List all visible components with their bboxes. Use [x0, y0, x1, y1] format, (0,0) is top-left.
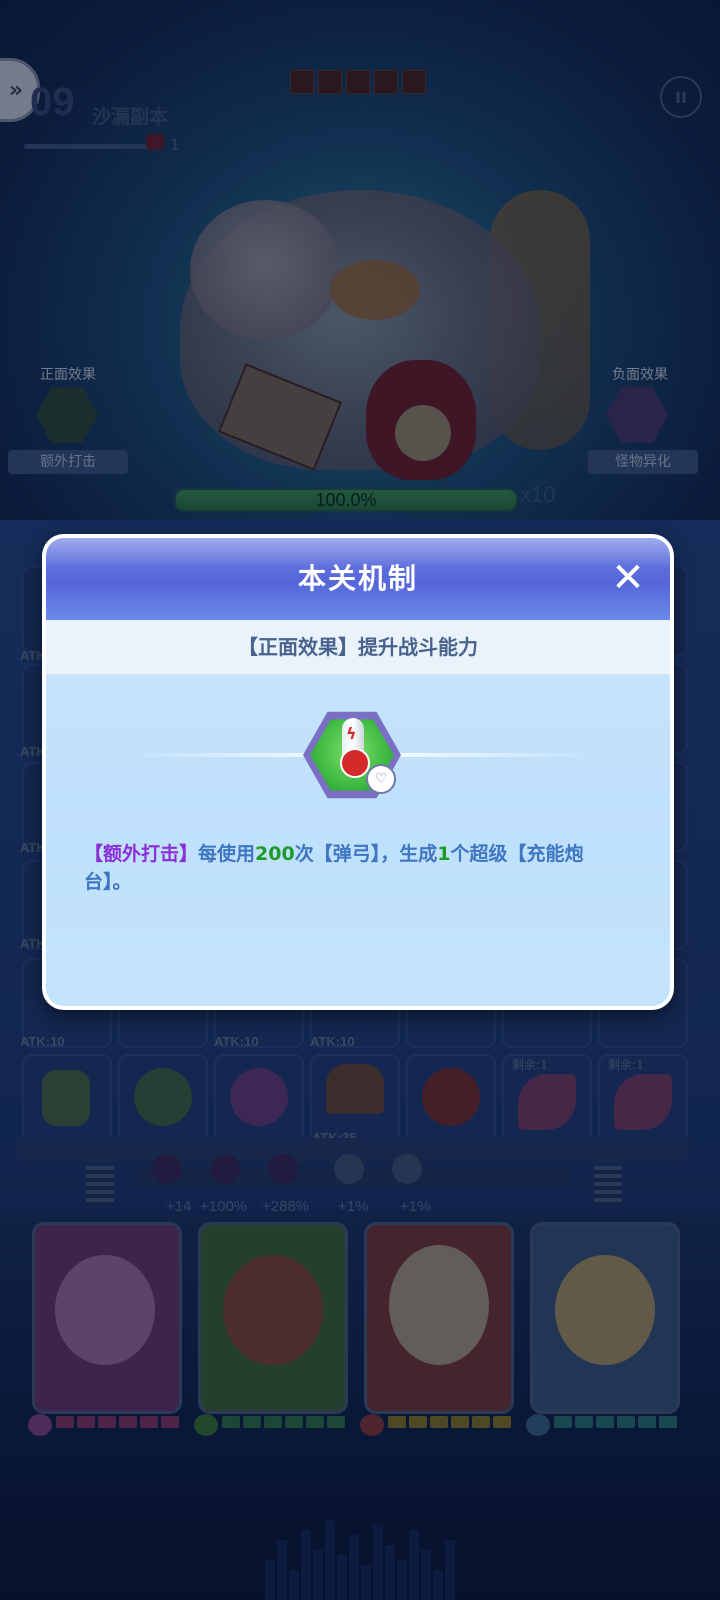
close-button[interactable]: ✕ [608, 558, 648, 598]
desc-count: 200 [255, 843, 295, 865]
rocket-core [340, 748, 370, 778]
dialog-title: 本关机制 [297, 562, 418, 595]
desc-count: 1 [437, 843, 451, 865]
dialog-subheader: 【正面效果】提升战斗能力 [46, 620, 670, 675]
dialog-body: 本关机制 ✕ 【正面效果】提升战斗能力 ϟ ♡ 【额外打击】每使用200次【弹弓… [46, 538, 670, 1006]
level-mechanics-dialog: 本关机制 ✕ 【正面效果】提升战斗能力 ϟ ♡ 【额外打击】每使用200次【弹弓… [42, 534, 674, 1010]
effect-description: 【额外打击】每使用200次【弹弓】，生成1个超级【充能炮台】。 [84, 840, 614, 896]
lightning-icon: ϟ [346, 724, 357, 743]
dialog-subtitle: 【正面效果】提升战斗能力 [238, 635, 478, 659]
heart-badge-icon: ♡ [366, 764, 396, 794]
desc-text: 次【弹弓】，生成 [294, 843, 438, 865]
desc-effect-name: 【额外打击】 [84, 843, 199, 865]
desc-text: 每使用 [198, 843, 256, 865]
close-icon: ✕ [611, 555, 645, 601]
